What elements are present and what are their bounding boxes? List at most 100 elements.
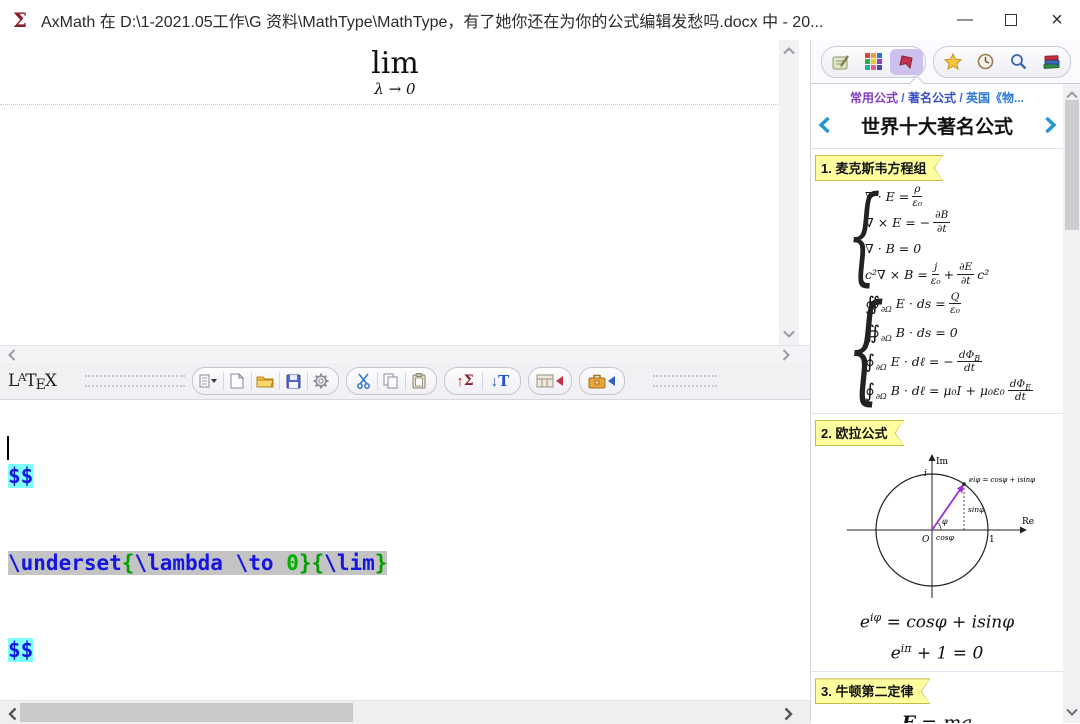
integral-subscript: ∂Ω <box>881 334 892 343</box>
im-axis-label: Im <box>936 457 949 467</box>
symbol-panel-toggle-button[interactable] <box>532 370 568 392</box>
cut-button[interactable] <box>350 370 377 392</box>
integral-subscript: ∂Ω <box>881 305 892 314</box>
library-toolbar <box>811 40 1080 84</box>
sin-phi-label: sinφ <box>968 505 985 514</box>
equation-line: ∯∂ΩB · ds = 0 <box>865 318 1036 347</box>
send-to-document-button[interactable]: ↑ Σ <box>448 370 482 392</box>
re-axis-label: Re <box>1022 517 1034 527</box>
formula-lim: lim <box>0 48 790 80</box>
formula-lim-subscript: λ → 0 <box>0 80 790 98</box>
search-magnifier-icon <box>1010 53 1027 70</box>
latex-code-editor[interactable]: $$ \underset{\lambda \to 0}{\lim} $$ <box>0 400 810 700</box>
newton-second-law-formula[interactable]: F = ma <box>811 712 1063 723</box>
scroll-right-chevron-icon[interactable] <box>778 705 798 723</box>
breadcrumb-item-famous[interactable]: 著名公式 <box>908 91 956 105</box>
eq-text: + 1 = 0 <box>912 643 984 663</box>
sigma-logo-icon: Σ <box>464 373 474 389</box>
open-file-button[interactable] <box>252 370 279 392</box>
minimize-button[interactable]: — <box>942 0 988 40</box>
recent-button[interactable] <box>969 49 1002 75</box>
eq-superscript: iπ <box>901 642 912 655</box>
maximize-icon <box>1005 14 1017 26</box>
eq-text: B · ds = 0 <box>896 325 958 340</box>
toolbar-grip-handle[interactable] <box>653 375 717 387</box>
eq-base: e <box>891 643 901 663</box>
euler-identity[interactable]: eiπ + 1 = 0 <box>811 642 1063 664</box>
maxwell-differential-equations[interactable]: { ∇ · E =ρε₀ ∇ × E = −∂B∂t ∇ · B = 0 c²∇… <box>847 183 1063 287</box>
section-2-tag[interactable]: 2. 欧拉公式 <box>816 421 903 445</box>
euler-unit-circle-diagram[interactable]: Im Re O i 1 φ cosφ sinφ eiφ = cosφ + isi… <box>837 452 1037 602</box>
next-category-button[interactable] <box>1037 116 1063 134</box>
token-underset: \underset <box>8 551 122 575</box>
insert-menu-button[interactable] <box>196 370 223 392</box>
fraction: Qε₀ <box>949 291 962 316</box>
prev-category-button[interactable] <box>811 116 837 134</box>
formula-library-button[interactable] <box>890 49 923 75</box>
left-brace: { <box>847 185 856 285</box>
scroll-left-chevron-icon[interactable] <box>2 705 22 723</box>
library-books-icon <box>1043 54 1061 70</box>
new-document-icon <box>230 373 244 389</box>
save-button[interactable] <box>280 370 307 392</box>
toolbar-grip-handle[interactable] <box>85 375 185 387</box>
handwriting-button[interactable] <box>824 49 857 75</box>
clipboard-button-group <box>346 367 437 395</box>
breadcrumb-item-truncated[interactable]: 英国《物... <box>966 91 1024 105</box>
denominator: ∂t <box>937 223 947 235</box>
library-mode-group <box>821 46 926 78</box>
token-brace: { <box>122 551 135 575</box>
maxwell-integral-equations[interactable]: { ∯∂ΩE · ds =Qε₀ ∯∂ΩB · ds = 0 ∮∂ΩE · dℓ… <box>847 289 1063 405</box>
breadcrumb-item-common[interactable]: 常用公式 <box>850 91 898 105</box>
left-brace: { <box>847 291 856 403</box>
scroll-up-chevron-icon[interactable] <box>779 42 799 60</box>
close-button[interactable]: × <box>1034 0 1080 40</box>
window-title: AxMath 在 D:\1-2021.05工作\G 资料\MathType\Ma… <box>41 8 823 32</box>
fraction: ∂E∂t <box>957 261 974 286</box>
library-books-button[interactable] <box>1035 49 1068 75</box>
denominator: ∂t <box>961 275 971 287</box>
next-chevron-icon <box>1044 116 1057 134</box>
preview-horizontal-scrollbar[interactable] <box>0 345 810 364</box>
latex-logo-E: E <box>36 377 46 393</box>
breadcrumb[interactable]: 常用公式 / 著名公式 / 英国《物... <box>811 89 1063 106</box>
symbol-grid-button[interactable] <box>857 49 890 75</box>
library-tools-group <box>933 46 1071 78</box>
paste-button[interactable] <box>406 370 433 392</box>
numerator: j <box>932 261 939 274</box>
integral-subscript: ∂Ω <box>876 392 887 401</box>
section-3-tag[interactable]: 3. 牛顿第二定律 <box>816 679 929 703</box>
eq-text: = ma <box>915 712 972 723</box>
open-folder-icon <box>256 374 274 388</box>
scroll-down-chevron-icon[interactable] <box>1062 703 1080 721</box>
symbol-case-toggle-button[interactable] <box>583 370 621 392</box>
library-vertical-scrollbar[interactable] <box>1063 84 1080 723</box>
section-2-header[interactable]: 2. 欧拉公式 <box>815 420 904 446</box>
point-formula-label: eiφ = cosφ + isinφ <box>969 476 1035 484</box>
search-button[interactable] <box>1002 49 1035 75</box>
new-document-button[interactable] <box>224 370 251 392</box>
num-text: dΦ <box>1010 378 1025 390</box>
settings-button[interactable] <box>308 370 335 392</box>
scrollbar-thumb[interactable] <box>20 703 353 722</box>
im-axis-arrow-icon <box>929 454 936 461</box>
breadcrumb-separator: / <box>898 91 908 105</box>
scroll-right-chevron-icon[interactable] <box>776 346 796 364</box>
favorites-button[interactable] <box>936 49 969 75</box>
editor-horizontal-scrollbar[interactable] <box>0 700 810 724</box>
num-text: dΦ <box>959 349 974 361</box>
equation-line: ∇ · B = 0 <box>865 235 989 261</box>
fraction: jε₀ <box>931 261 941 286</box>
copy-button[interactable] <box>378 370 405 392</box>
scroll-left-chevron-icon[interactable] <box>2 346 22 364</box>
one-label: 1 <box>989 535 995 545</box>
scrollbar-thumb[interactable] <box>1065 100 1079 230</box>
i-label: i <box>924 469 927 479</box>
maximize-button[interactable] <box>988 0 1034 40</box>
insert-text-button[interactable]: ↓ T <box>483 370 517 392</box>
close-icon: × <box>1051 9 1063 32</box>
preview-vertical-scrollbar[interactable] <box>779 40 799 345</box>
scroll-down-chevron-icon[interactable] <box>779 325 799 343</box>
euler-formula[interactable]: eiφ = cosφ + isinφ <box>811 611 1063 633</box>
section-3-header[interactable]: 3. 牛顿第二定律 <box>815 678 930 704</box>
